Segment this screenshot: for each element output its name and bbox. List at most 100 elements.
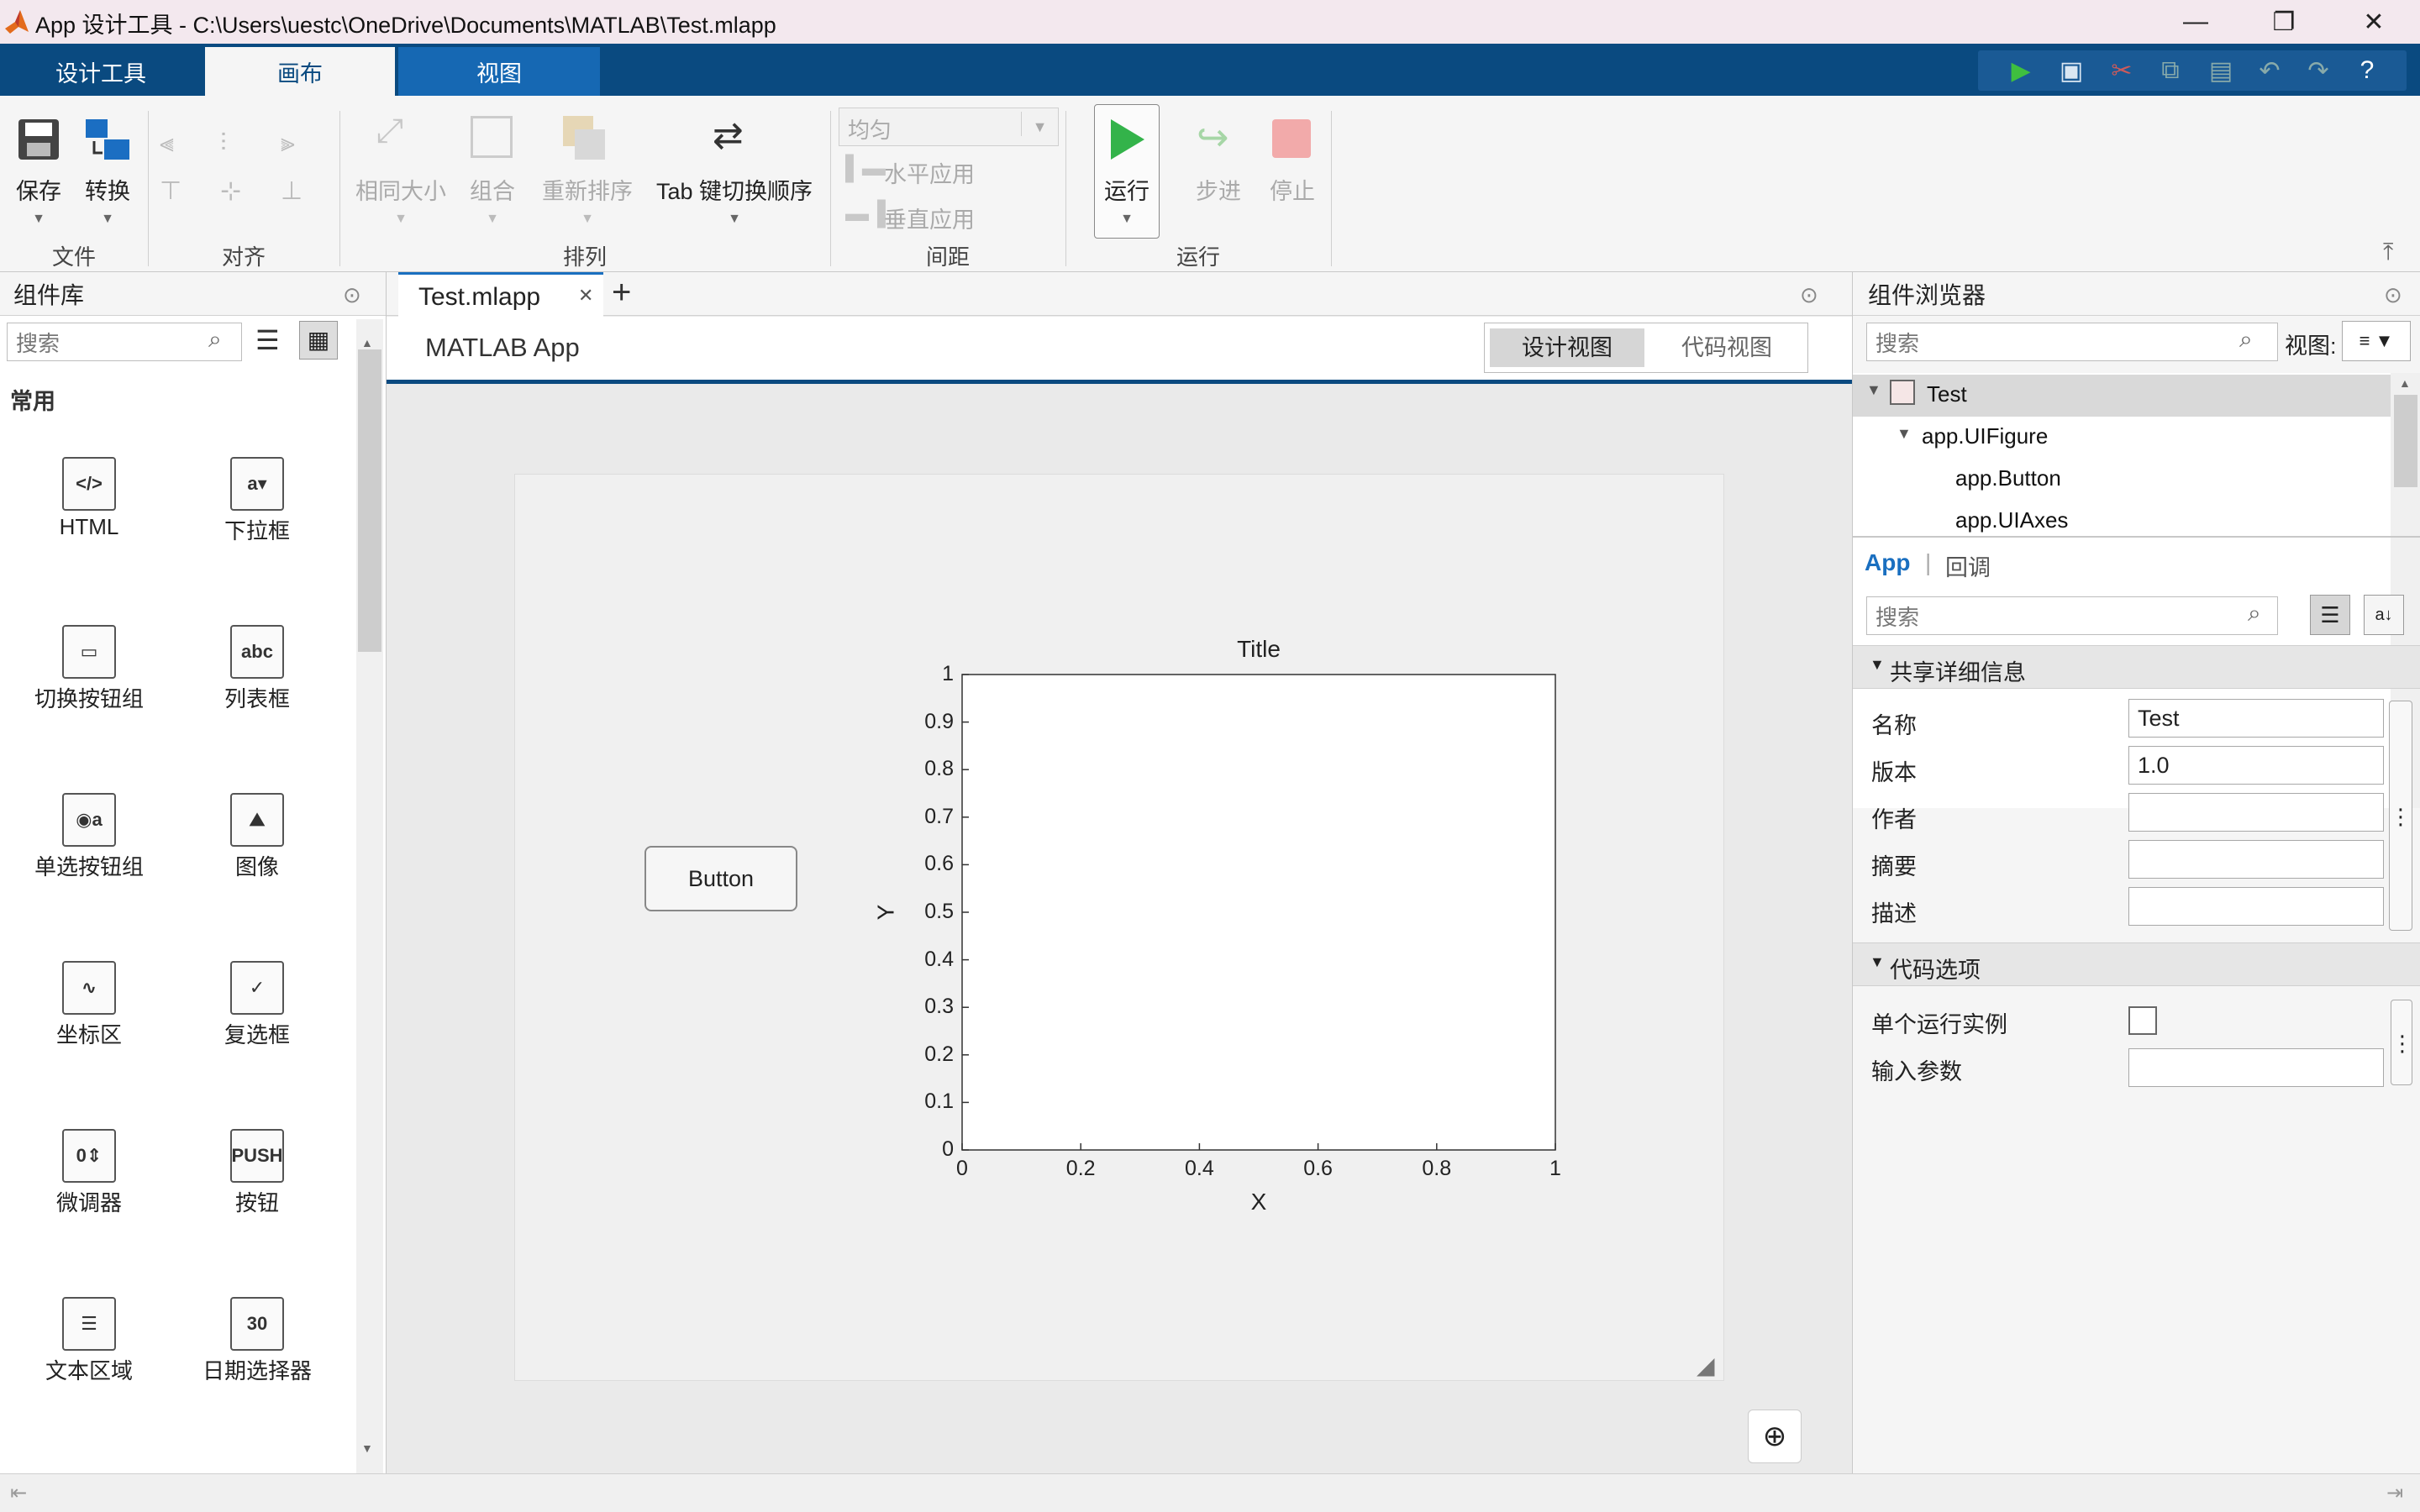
component-item[interactable]: a▾ 下拉框: [173, 457, 341, 545]
save-button[interactable]: 保存: [7, 173, 71, 206]
section-header-shared[interactable]: ▼ 共享详细信息: [1853, 645, 2420, 689]
document-tab[interactable]: Test.mlapp ✕: [398, 272, 603, 317]
grid-view-icon[interactable]: ▦: [299, 321, 338, 360]
scroll-up-icon[interactable]: ▲: [361, 336, 378, 349]
scroll-thumb[interactable]: [358, 349, 381, 652]
align-center-icon[interactable]: ⫶: [220, 129, 227, 158]
convert-caret-icon[interactable]: ▼: [76, 212, 139, 227]
app-button[interactable]: Button: [644, 846, 797, 911]
prop-field[interactable]: [2128, 887, 2384, 926]
step-button[interactable]: 步进: [1185, 173, 1252, 206]
group-button[interactable]: 组合: [459, 173, 526, 206]
restore-icon[interactable]: ❐: [2254, 0, 2313, 44]
library-search-input[interactable]: 搜索: [7, 323, 242, 361]
redo-icon[interactable]: ↷: [2299, 52, 2338, 89]
ui-axes[interactable]: [885, 666, 1574, 1170]
collapse-ribbon-icon[interactable]: ⤒: [2383, 239, 2393, 266]
group-by-category-icon[interactable]: ☰: [2310, 595, 2350, 635]
component-item[interactable]: </> HTML: [5, 457, 173, 540]
scroll-up-icon[interactable]: ▲: [2399, 376, 2411, 390]
component-item[interactable]: ✓ 复选框: [173, 961, 341, 1049]
tab-callback[interactable]: 回调: [1945, 549, 1991, 582]
design-view-button[interactable]: 设计视图: [1490, 328, 1644, 367]
input-args-field[interactable]: [2128, 1048, 2384, 1087]
tab-view[interactable]: 视图: [398, 47, 600, 96]
view-mode-select[interactable]: ≡ ▼: [2342, 321, 2411, 361]
copy-icon[interactable]: ⧉: [2151, 52, 2190, 89]
undo-icon[interactable]: ↶: [2250, 52, 2289, 89]
collapse-left-icon[interactable]: ⇤: [10, 1481, 27, 1505]
tree-item-test[interactable]: Test: [1927, 381, 1967, 407]
component-item[interactable]: 0⇕ 微调器: [5, 1129, 173, 1217]
prop-field[interactable]: Test: [2128, 699, 2384, 738]
component-item[interactable]: ☰ 文本区域: [5, 1297, 173, 1385]
tab-canvas[interactable]: 画布: [205, 47, 395, 96]
search-icon[interactable]: ⌕: [2239, 326, 2253, 354]
same-size-caret-icon[interactable]: ▼: [348, 212, 454, 227]
prop-field[interactable]: [2128, 840, 2384, 879]
component-item[interactable]: PUSH 按钮: [173, 1129, 341, 1217]
prop-field[interactable]: 1.0: [2128, 746, 2384, 785]
code-view-button[interactable]: 代码视图: [1649, 328, 1804, 367]
browser-search-input[interactable]: 搜索: [1866, 323, 2278, 361]
save-caret-icon[interactable]: ▼: [7, 212, 71, 227]
collapse-right-icon[interactable]: ⇥: [2386, 1481, 2403, 1505]
tab-order-button[interactable]: Tab 键切换顺序: [652, 173, 817, 206]
run-quick-icon[interactable]: ▶: [2002, 52, 2040, 89]
scroll-thumb[interactable]: [2394, 395, 2417, 487]
save-quick-icon[interactable]: ▣: [2052, 52, 2091, 89]
component-item[interactable]: ◉a 单选按钮组: [5, 793, 173, 881]
expand-icon[interactable]: ▼: [1866, 381, 1881, 399]
single-instance-checkbox[interactable]: [2128, 1006, 2157, 1035]
zoom-in-icon[interactable]: ⊕: [1748, 1410, 1802, 1463]
expand-icon[interactable]: ▼: [1897, 425, 1912, 443]
minimize-icon[interactable]: —: [2166, 0, 2225, 44]
tab-order-caret-icon[interactable]: ▼: [652, 212, 817, 227]
tree-item-uifigure[interactable]: app.UIFigure: [1922, 423, 2048, 449]
component-item[interactable]: 30 日期选择器: [173, 1297, 341, 1385]
library-scrollbar[interactable]: ▲ ▼: [356, 319, 383, 1475]
stop-button[interactable]: 停止: [1259, 173, 1326, 206]
panel-menu-icon[interactable]: ⊙: [343, 282, 361, 308]
ui-figure-canvas[interactable]: Button Title X Y 0 0.2 0.4 0.6 0.8 1 0 0.1 0.2 0…: [514, 474, 1724, 1381]
sort-az-icon[interactable]: a↓: [2364, 595, 2404, 635]
tree-item-uiaxes[interactable]: app.UIAxes: [1955, 507, 2068, 533]
props-search-input[interactable]: 搜索: [1866, 596, 2278, 635]
panel-menu-icon[interactable]: ⊙: [2384, 282, 2402, 308]
tab-app[interactable]: App: [1865, 549, 1910, 576]
more-options-icon[interactable]: ⋮: [2389, 701, 2412, 931]
component-item[interactable]: ▭ 切换按钮组: [5, 625, 173, 713]
vertical-apply-button[interactable]: 垂直应用: [884, 202, 975, 234]
reorder-caret-icon[interactable]: ▼: [534, 212, 640, 227]
close-icon[interactable]: ✕: [2344, 0, 2403, 44]
align-right-icon[interactable]: ⫸: [281, 129, 295, 158]
prop-field[interactable]: [2128, 793, 2384, 832]
align-top-icon[interactable]: ⊤: [160, 176, 182, 206]
list-view-icon[interactable]: ☰: [255, 324, 280, 356]
scroll-down-icon[interactable]: ▼: [361, 1441, 378, 1455]
component-item[interactable]: abc 列表框: [173, 625, 341, 713]
horizontal-apply-button[interactable]: 水平应用: [884, 156, 975, 189]
run-caret-icon[interactable]: ▼: [1094, 212, 1160, 227]
component-item[interactable]: ∿ 坐标区: [5, 961, 173, 1049]
cut-icon[interactable]: ✂: [2102, 52, 2141, 89]
group-caret-icon[interactable]: ▼: [459, 212, 526, 227]
align-left-icon[interactable]: ⫷: [160, 129, 174, 158]
search-icon[interactable]: ⌕: [208, 326, 222, 354]
search-icon[interactable]: ⌕: [2248, 600, 2261, 627]
reorder-button[interactable]: 重新排序: [534, 173, 640, 206]
add-tab-icon[interactable]: +: [612, 274, 631, 312]
close-tab-icon[interactable]: ✕: [578, 285, 593, 307]
align-middle-icon[interactable]: ⊹: [220, 176, 241, 206]
tree-item-button[interactable]: app.Button: [1955, 465, 2061, 491]
paste-icon[interactable]: ▤: [2202, 52, 2240, 89]
panel-menu-icon[interactable]: ⊙: [1800, 282, 1818, 308]
tab-designer[interactable]: 设计工具: [0, 47, 202, 96]
same-size-button[interactable]: 相同大小: [348, 173, 454, 206]
align-bottom-icon[interactable]: ⊥: [281, 176, 302, 206]
component-item[interactable]: ⛰ 图像: [173, 793, 341, 881]
resize-grip-icon[interactable]: ◢: [1697, 1352, 1715, 1379]
section-header-code[interactable]: ▼ 代码选项: [1853, 942, 2420, 986]
convert-button[interactable]: 转换: [76, 173, 139, 206]
help-icon[interactable]: ?: [2348, 52, 2386, 89]
